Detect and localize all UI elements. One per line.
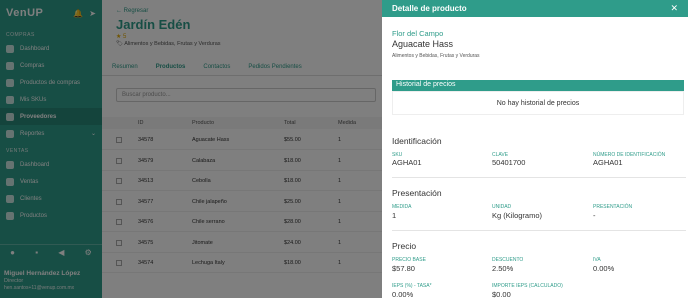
- modal-backdrop[interactable]: [0, 0, 382, 298]
- clave-value: 50401700: [492, 158, 526, 167]
- unidad-label: Unidad: [492, 204, 512, 210]
- presentacion-label: Presentación: [593, 204, 633, 210]
- section-precio-title: Precio: [392, 241, 417, 251]
- id-number-value: AGHA01: [593, 158, 623, 167]
- presentacion-value: -: [593, 211, 596, 220]
- divider: [392, 177, 686, 178]
- drawer-header: Detalle de producto ✕: [382, 0, 688, 17]
- descuento-label: Descuento: [492, 257, 524, 263]
- medida-value: 1: [392, 211, 397, 220]
- medida-label: Medida: [392, 204, 412, 210]
- iva-value: 0.00%: [593, 264, 615, 273]
- ieps-calc-value: $0.00: [492, 290, 511, 298]
- section-identificacion-title: Identificación: [392, 136, 442, 146]
- close-icon[interactable]: ✕: [670, 3, 678, 14]
- section-presentacion-title: Presentación: [392, 188, 442, 198]
- iva-label: IVA: [593, 257, 601, 263]
- unidad-value: Kg (Kilogramo): [492, 211, 543, 220]
- precio-base-value: $57.80: [392, 264, 415, 273]
- divider: [392, 230, 686, 231]
- product-brand: Flor del Campo: [392, 29, 444, 38]
- product-categories: Alimentos y Bebidas, Frutas y Verduras: [392, 53, 480, 59]
- price-history-empty: No hay historial de precios: [392, 91, 684, 115]
- product-detail-drawer: Detalle de producto ✕ Flor del Campo Agu…: [382, 0, 688, 298]
- descuento-value: 2.50%: [492, 264, 514, 273]
- ieps-label: IEPS (%) - Tasa*: [392, 283, 432, 289]
- product-name: Aguacate Hass: [392, 39, 454, 49]
- price-history-header: Historial de precios: [392, 80, 684, 91]
- sku-value: AGHA01: [392, 158, 422, 167]
- ieps-calc-label: Importe IEPS (calculado): [492, 283, 563, 289]
- drawer-title: Detalle de producto: [392, 4, 467, 13]
- precio-base-label: Precio base: [392, 257, 426, 263]
- ieps-value: 0.00%: [392, 290, 414, 298]
